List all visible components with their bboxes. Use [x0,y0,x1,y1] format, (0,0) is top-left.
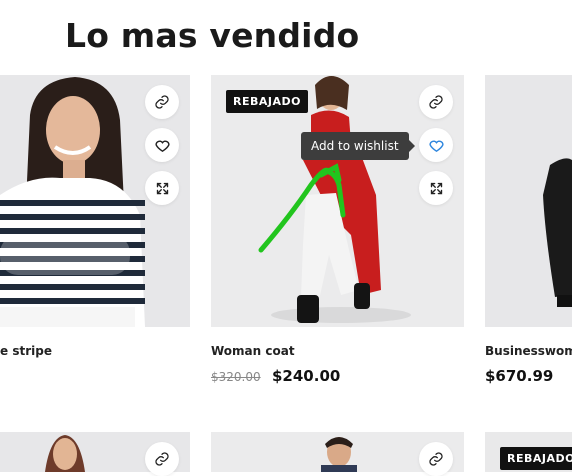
quickview-button[interactable] [145,171,179,205]
sale-badge: REBAJADO [226,90,308,113]
businesswoman-photo [485,75,572,327]
product-name-2[interactable]: Woman coat [211,344,295,358]
current-price: $240.00 [272,367,341,385]
link-button[interactable] [419,85,453,119]
wishlist-tooltip: Add to wishlist [301,132,415,160]
wishlist-button[interactable] [145,128,179,162]
product-name-3[interactable]: Businesswoma [485,344,572,358]
heart-icon [154,140,170,152]
link-button[interactable] [419,442,453,476]
link-icon [429,95,443,109]
product-card-1[interactable]: e stripe [0,0,190,400]
quickview-button[interactable] [419,171,453,205]
product-name-1[interactable]: e stripe [0,344,52,358]
link-button[interactable] [145,442,179,476]
wishlist-button[interactable] [419,128,453,162]
expand-icon [156,182,168,194]
old-price: $320.00 [211,370,261,384]
sale-badge: REBAJADO [500,447,572,470]
expand-icon [430,182,442,194]
product-card-3[interactable]: Businesswoma $670.99 [485,0,572,400]
product-card-2[interactable]: REBAJADO Add to wishlist Woman coat $320… [211,0,464,400]
current-price: $670.99 [485,367,554,385]
heart-icon [428,140,444,152]
link-button[interactable] [145,85,179,119]
link-icon [155,95,169,109]
product-image-3[interactable] [485,75,572,327]
